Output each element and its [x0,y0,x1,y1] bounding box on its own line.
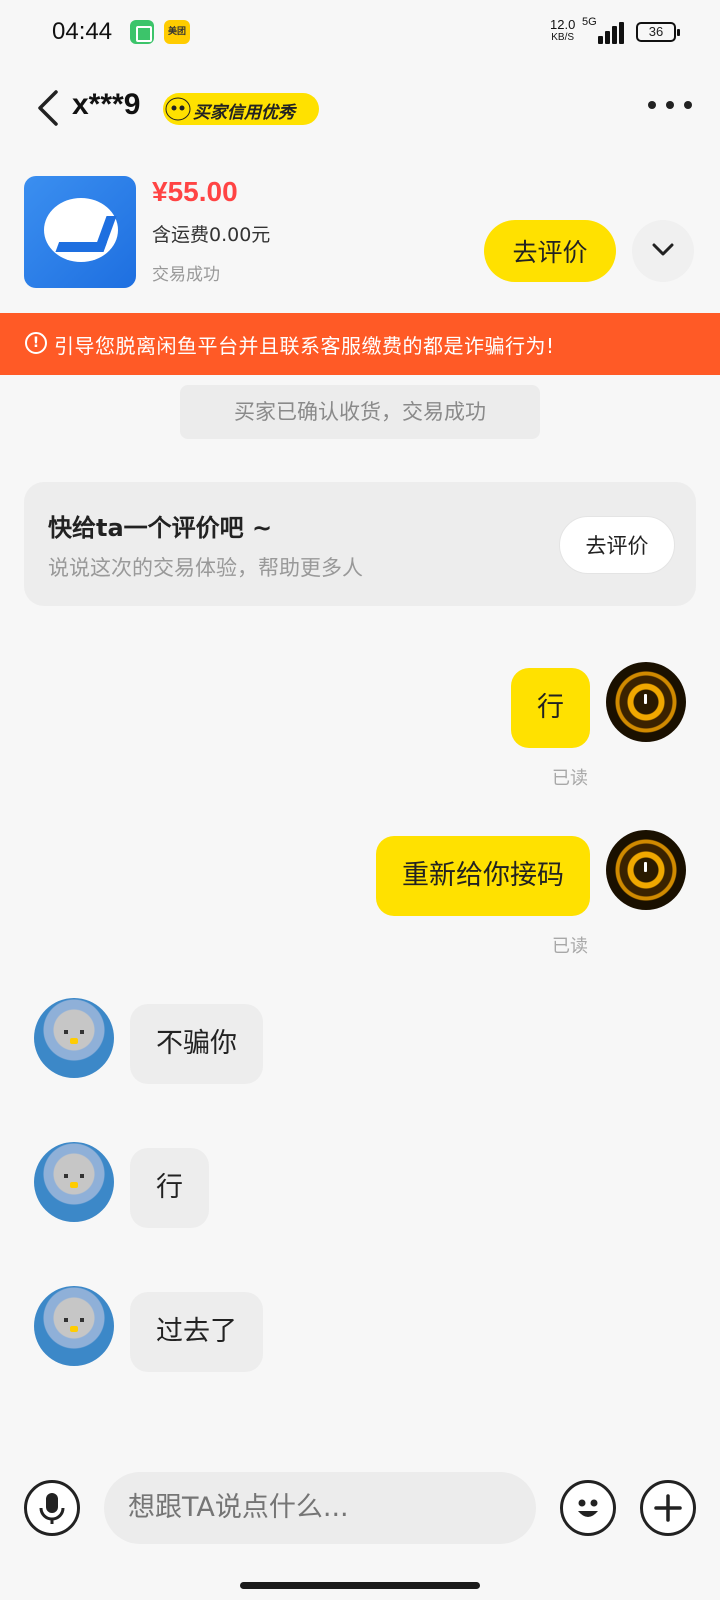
message-text: 行 [156,1172,183,1203]
partner-avatar[interactable] [34,1286,114,1366]
partner-message-bubble[interactable]: 行 [130,1148,209,1228]
emoji-icon [578,1499,598,1517]
credit-badge-label: 买家信用优秀 [193,103,295,123]
signal-icon [598,22,626,44]
trade-status: 交易成功 [152,265,220,285]
chat-header: x***9 买家信用优秀 [0,72,720,144]
avatar-nose [70,1326,78,1332]
network-speed-unit: KB/S [551,32,575,43]
my-avatar[interactable] [606,662,686,742]
meituan-notification-icon: 美团 [164,20,190,44]
my-avatar[interactable] [606,830,686,910]
chat-partner-name[interactable]: x***9 [72,88,140,122]
network-speed-value: 12.0 [550,17,576,32]
product-thumbnail[interactable] [24,176,136,288]
message-text: 行 [537,692,564,723]
read-receipt: 已读 [552,768,588,789]
partner-avatar[interactable] [34,998,114,1078]
partner-avatar[interactable] [34,1142,114,1222]
avatar-eyes [64,1030,84,1034]
fish-mascot-icon [165,97,191,121]
message-row: 行 [0,1142,720,1238]
status-time: 04:44 [52,18,113,45]
microphone-icon [39,1493,65,1524]
fraud-warning-banner: ! 引导您脱离闲鱼平台并且联系客服缴费的都是诈骗行为! [0,313,720,375]
partner-message-bubble[interactable]: 过去了 [130,1292,263,1372]
back-arrow-icon[interactable] [36,90,66,126]
my-message-bubble[interactable]: 重新给你接码 [376,836,590,916]
expand-button[interactable] [632,220,694,282]
more-actions-button[interactable] [640,1480,696,1536]
review-prompt-subtitle: 说说这次的交易体验，帮助更多人 [48,556,363,580]
system-message: 买家已确认收货，交易成功 [180,385,540,439]
message-row: 过去了 [0,1286,720,1382]
read-receipt: 已读 [552,936,588,957]
more-options-icon[interactable] [648,98,692,112]
chat-app-logo-icon [44,198,118,262]
emoji-button[interactable] [560,1480,616,1536]
shipping-fee: 含运费0.00元 [152,224,271,246]
partner-message-bubble[interactable]: 不骗你 [130,1004,263,1084]
review-prompt-title: 快给ta一个评价吧 ~ [48,514,273,542]
fraud-warning-text: 引导您脱离闲鱼平台并且联系客服缴费的都是诈骗行为! [54,334,555,358]
message-text: 不骗你 [156,1028,237,1059]
plus-icon [654,1494,682,1522]
app-notification-icon [130,20,154,44]
alert-icon: ! [25,332,47,354]
message-text: 过去了 [156,1316,237,1347]
avatar-nose [70,1038,78,1044]
credit-badge[interactable]: 买家信用优秀 [163,93,319,125]
message-row: 行 已读 [0,662,720,789]
network-type: 5G [582,16,597,28]
home-indicator[interactable] [240,1582,480,1589]
product-card[interactable]: ¥55.00 含运费0.00元 交易成功 去评价 [0,170,720,300]
voice-button[interactable] [24,1480,80,1536]
review-button[interactable]: 去评价 [484,220,616,282]
message-row: 重新给你接码 已读 [0,830,720,957]
avatar-eyes [64,1174,84,1178]
status-bar: 04:44 美团 12.0 KB/S 5G 36 [0,0,720,64]
avatar-eyes [64,1318,84,1322]
message-row: 不骗你 [0,998,720,1094]
review-prompt-card: 快给ta一个评价吧 ~ 说说这次的交易体验，帮助更多人 去评价 [24,482,696,606]
avatar-nose [70,1182,78,1188]
network-speed: 12.0 KB/S [550,18,575,44]
input-bar [0,1468,720,1548]
chevron-down-icon [652,243,674,255]
battery-icon: 36 [636,22,680,42]
review-prompt-button[interactable]: 去评价 [559,516,675,574]
message-text: 重新给你接码 [402,860,564,891]
my-message-bubble[interactable]: 行 [511,668,590,748]
product-price: ¥55.00 [152,176,238,207]
message-input[interactable] [104,1472,536,1544]
